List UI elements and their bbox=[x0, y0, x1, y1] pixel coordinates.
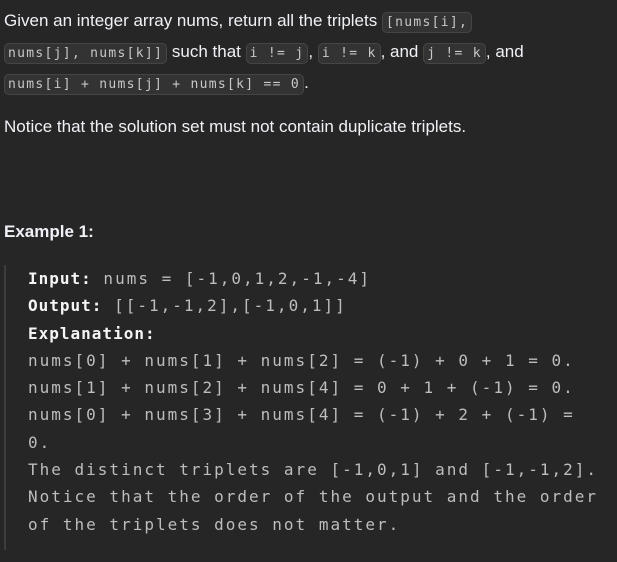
inline-code: nums[j], nums[k]] bbox=[4, 43, 168, 64]
text: , bbox=[308, 42, 318, 61]
text: Given an integer array nums, return all … bbox=[4, 11, 382, 30]
inline-code: [nums[i], bbox=[381, 12, 473, 33]
text: , and bbox=[485, 42, 524, 61]
inline-code: j != k bbox=[423, 43, 486, 64]
problem-description: Given an integer array nums, return all … bbox=[4, 6, 604, 99]
explanation-text: nums[0] + nums[1] + nums[2] = (-1) + 0 +… bbox=[28, 350, 599, 534]
text: . bbox=[304, 73, 309, 92]
explanation-label-line: Explanation: bbox=[28, 320, 606, 347]
inline-code: i != j bbox=[245, 43, 309, 64]
output-line: Output: [[-1,-1,2],[-1,0,1]] bbox=[28, 292, 606, 319]
explanation-label: Explanation: bbox=[28, 323, 156, 343]
text: , and bbox=[380, 42, 424, 61]
output-value: [[-1,-1,2],[-1,0,1]] bbox=[102, 296, 347, 316]
notice-text: Notice that the solution set must not co… bbox=[4, 117, 467, 136]
input-value: nums = [-1,0,1,2,-1,-4] bbox=[91, 269, 371, 288]
input-line: Input: nums = [-1,0,1,2,-1,-4] bbox=[28, 265, 606, 292]
inline-code: nums[i] + nums[j] + nums[k] == 0 bbox=[4, 74, 305, 95]
input-label: Input: bbox=[28, 269, 92, 288]
example-title: Example 1: bbox=[4, 222, 94, 241]
text: such that bbox=[167, 42, 246, 61]
example-block: Input: nums = [-1,0,1,2,-1,-4] Output: [… bbox=[4, 265, 606, 550]
inline-code: i != k bbox=[317, 43, 381, 64]
output-label: Output: bbox=[28, 296, 103, 316]
